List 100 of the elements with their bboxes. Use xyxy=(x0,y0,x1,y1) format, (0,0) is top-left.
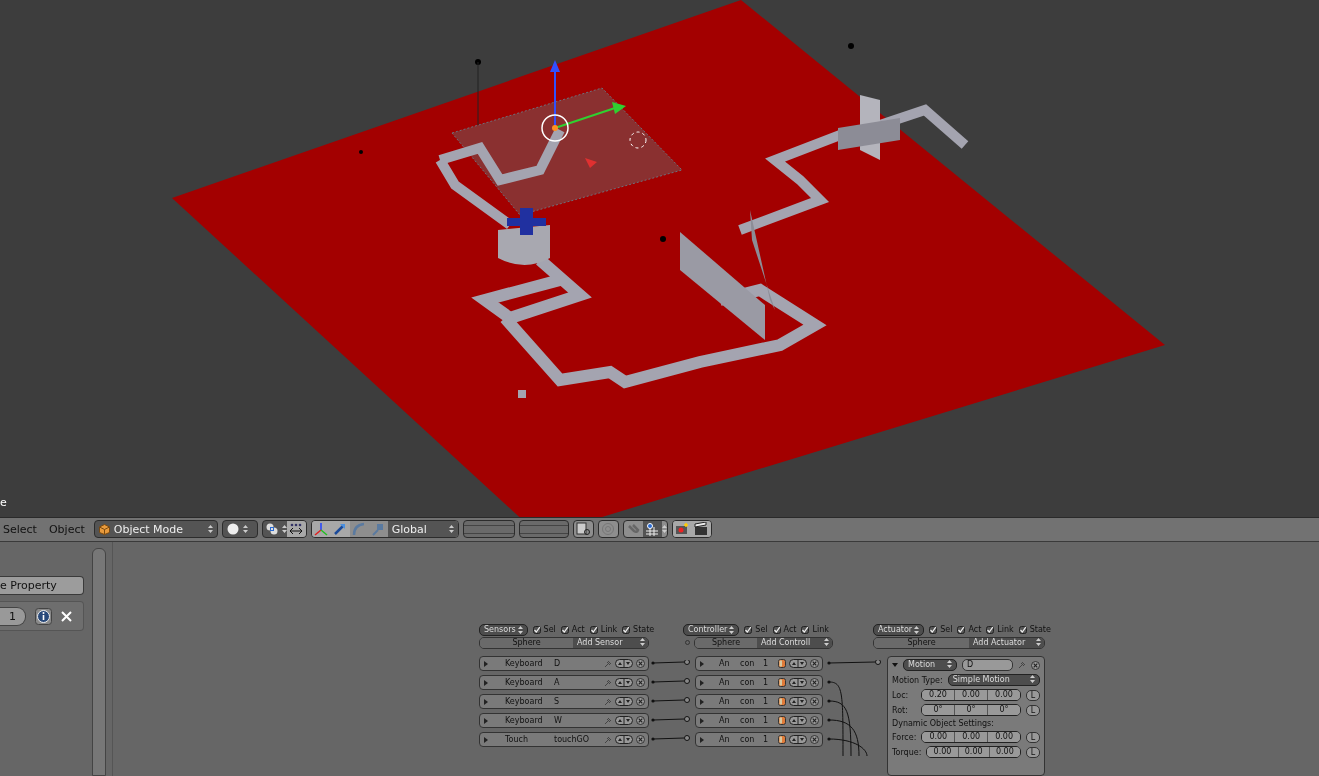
mode-dropdown[interactable]: Object Mode xyxy=(93,520,218,539)
actuator-name-field[interactable]: D xyxy=(962,659,1013,671)
checkbox[interactable] xyxy=(986,625,995,634)
expand-triangle-icon[interactable] xyxy=(483,736,489,743)
expand-triangle-icon[interactable] xyxy=(699,698,705,705)
remove-icon[interactable] xyxy=(810,678,819,687)
move-up-down-icon[interactable] xyxy=(615,716,633,725)
updown-arrows-icon xyxy=(281,525,287,534)
close-icon[interactable] xyxy=(61,610,72,622)
orientation-dropdown[interactable]: Global xyxy=(387,521,458,538)
move-up-down-icon[interactable] xyxy=(615,659,633,668)
remove-icon[interactable] xyxy=(636,735,645,744)
state-icon[interactable] xyxy=(778,716,786,725)
remove-icon[interactable] xyxy=(1031,660,1040,670)
cube-icon xyxy=(98,523,110,535)
actuator-type-dropdown[interactable]: Motion xyxy=(903,659,957,671)
lock-layers-button[interactable] xyxy=(572,520,594,539)
expand-triangle-icon[interactable] xyxy=(699,717,705,724)
controller-name: con xyxy=(740,716,756,725)
checkbox[interactable] xyxy=(801,625,810,634)
state-icon[interactable] xyxy=(778,735,786,744)
remove-icon[interactable] xyxy=(636,716,645,725)
connection-wire xyxy=(651,678,690,684)
proportional-edit-button[interactable] xyxy=(597,520,619,539)
filter-label: Link xyxy=(812,625,829,634)
checkbox[interactable] xyxy=(744,625,753,634)
camera-icon xyxy=(675,522,690,537)
updown-arrows-icon xyxy=(661,525,667,534)
checkbox[interactable] xyxy=(772,625,781,634)
move-up-down-icon[interactable] xyxy=(789,659,807,668)
local-toggle[interactable]: L xyxy=(1026,704,1040,716)
sensor-name: A xyxy=(554,678,560,687)
local-toggle[interactable]: L xyxy=(1026,689,1040,701)
add-property-button[interactable]: e Property xyxy=(0,576,84,595)
remove-icon[interactable] xyxy=(636,678,645,687)
checkbox[interactable] xyxy=(929,625,938,634)
expand-triangle-icon[interactable] xyxy=(483,717,489,724)
remove-icon[interactable] xyxy=(636,697,645,706)
checkbox[interactable] xyxy=(1018,625,1027,634)
scrollbar[interactable] xyxy=(92,548,106,776)
sensor-type: Touch xyxy=(505,735,529,744)
sensor-name: touchGO xyxy=(554,735,590,744)
controller-index: 1 xyxy=(763,659,769,668)
checkbox[interactable] xyxy=(560,625,569,634)
manipulate-center-icon xyxy=(289,523,304,536)
move-up-down-icon[interactable] xyxy=(789,697,807,706)
local-toggle[interactable]: L xyxy=(1026,746,1040,758)
header-menu[interactable]: Select xyxy=(0,522,42,536)
remove-icon[interactable] xyxy=(810,659,819,668)
remove-icon[interactable] xyxy=(636,659,645,668)
collapse-triangle-icon[interactable] xyxy=(892,662,898,668)
controller-name: con xyxy=(740,697,756,706)
expand-triangle-icon[interactable] xyxy=(483,660,489,667)
controller-name: con xyxy=(740,678,756,687)
remove-icon[interactable] xyxy=(810,735,819,744)
pivot-dropdown[interactable] xyxy=(261,520,307,539)
checkbox[interactable] xyxy=(622,625,631,634)
filter-label: Act xyxy=(571,625,585,634)
expand-triangle-icon[interactable] xyxy=(483,679,489,686)
sensors-dropdown[interactable]: Sensors xyxy=(479,623,528,636)
controller-type: An xyxy=(719,716,731,725)
expand-triangle-icon[interactable] xyxy=(699,660,705,667)
state-icon[interactable] xyxy=(778,697,786,706)
expand-triangle-icon[interactable] xyxy=(699,736,705,743)
filter-label: Link xyxy=(997,625,1014,634)
motion-type-dropdown[interactable]: Simple Motion xyxy=(947,674,1040,686)
snap-grid-icon xyxy=(645,522,660,537)
expand-triangle-icon[interactable] xyxy=(699,679,705,686)
move-up-down-icon[interactable] xyxy=(615,697,633,706)
checkbox[interactable] xyxy=(957,625,966,634)
move-up-down-icon[interactable] xyxy=(789,735,807,744)
header-menu[interactable]: Object xyxy=(45,522,90,536)
actuator-dropdown[interactable]: Actuator xyxy=(873,623,925,636)
controller-dropdown[interactable]: Controller xyxy=(683,623,740,636)
move-up-down-icon[interactable] xyxy=(789,678,807,687)
info-icon[interactable] xyxy=(35,607,52,625)
move-up-down-icon[interactable] xyxy=(789,716,807,725)
controller-type: An xyxy=(719,659,731,668)
shading-dropdown[interactable] xyxy=(221,520,258,539)
snap-group[interactable] xyxy=(622,520,668,539)
move-up-down-icon[interactable] xyxy=(615,678,633,687)
filter-label: Sel xyxy=(543,625,556,634)
filter-label: State xyxy=(633,625,655,634)
local-toggle[interactable]: L xyxy=(1026,731,1040,743)
section-label: Dynamic Object Settings: xyxy=(892,719,995,728)
checkbox[interactable] xyxy=(532,625,541,634)
controller-name: con xyxy=(740,735,756,744)
connection-wire xyxy=(651,716,690,722)
state-icon[interactable] xyxy=(778,678,786,687)
render-buttons[interactable] xyxy=(671,520,712,539)
sphere-icon xyxy=(226,523,239,536)
checkbox[interactable] xyxy=(589,625,598,634)
state-icon[interactable] xyxy=(778,659,786,668)
remove-icon[interactable] xyxy=(810,716,819,725)
filter-label: State xyxy=(1029,625,1051,634)
move-up-down-icon[interactable] xyxy=(615,735,633,744)
expand-triangle-icon[interactable] xyxy=(483,698,489,705)
number-field[interactable]: 1 xyxy=(0,606,26,626)
controller-index: 1 xyxy=(763,678,769,687)
remove-icon[interactable] xyxy=(810,697,819,706)
